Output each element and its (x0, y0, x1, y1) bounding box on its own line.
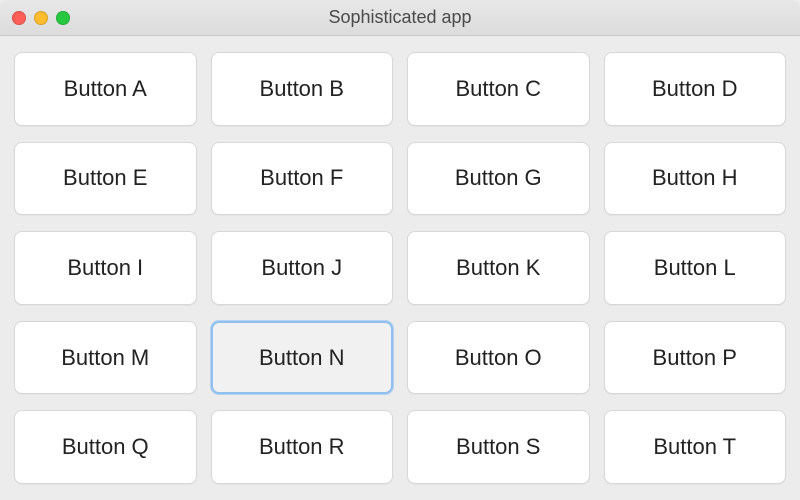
button-g[interactable]: Button G (407, 142, 590, 216)
button-r[interactable]: Button R (211, 410, 394, 484)
titlebar: Sophisticated app (0, 0, 800, 36)
window-controls (12, 11, 70, 25)
button-t[interactable]: Button T (604, 410, 787, 484)
window-title: Sophisticated app (0, 7, 800, 28)
button-m[interactable]: Button M (14, 321, 197, 395)
button-b[interactable]: Button B (211, 52, 394, 126)
minimize-icon[interactable] (34, 11, 48, 25)
button-c[interactable]: Button C (407, 52, 590, 126)
app-window: Sophisticated app Button A Button B Butt… (0, 0, 800, 500)
maximize-icon[interactable] (56, 11, 70, 25)
button-j[interactable]: Button J (211, 231, 394, 305)
close-icon[interactable] (12, 11, 26, 25)
button-p[interactable]: Button P (604, 321, 787, 395)
button-q[interactable]: Button Q (14, 410, 197, 484)
button-d[interactable]: Button D (604, 52, 787, 126)
button-a[interactable]: Button A (14, 52, 197, 126)
button-h[interactable]: Button H (604, 142, 787, 216)
button-l[interactable]: Button L (604, 231, 787, 305)
button-f[interactable]: Button F (211, 142, 394, 216)
button-k[interactable]: Button K (407, 231, 590, 305)
button-e[interactable]: Button E (14, 142, 197, 216)
button-s[interactable]: Button S (407, 410, 590, 484)
button-i[interactable]: Button I (14, 231, 197, 305)
button-grid: Button A Button B Button C Button D Butt… (0, 36, 800, 500)
button-o[interactable]: Button O (407, 321, 590, 395)
button-n[interactable]: Button N (211, 321, 394, 395)
